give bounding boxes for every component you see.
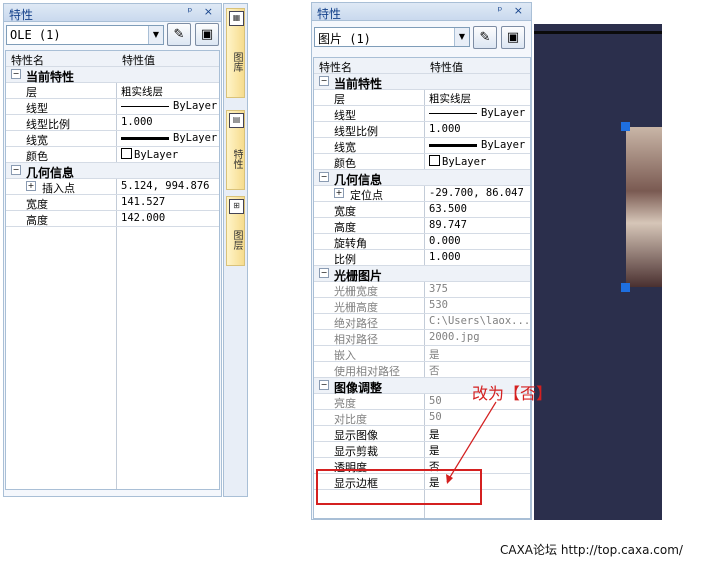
footer-credit: CAXA论坛 http://top.caxa.com/ (500, 543, 683, 557)
highlight-box (316, 469, 482, 505)
